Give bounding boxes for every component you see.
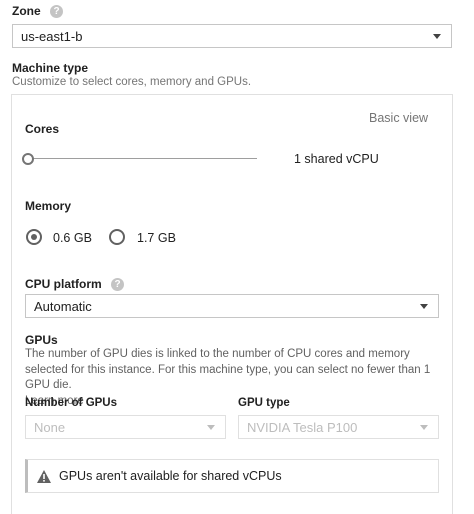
chevron-down-icon: [433, 34, 441, 39]
chevron-down-icon: [420, 425, 428, 430]
cpu-platform-label: CPU platform ?: [25, 277, 125, 292]
cpu-platform-select-value: Automatic: [34, 298, 92, 314]
gpus-title: GPUs: [25, 333, 58, 347]
chevron-down-icon: [420, 304, 428, 309]
memory-option-0-6-radio[interactable]: [26, 229, 42, 245]
zone-label-text: Zone: [12, 4, 41, 18]
gpu-type-label: GPU type: [238, 397, 290, 409]
cores-slider-thumb[interactable]: [22, 153, 34, 165]
cpu-platform-select[interactable]: Automatic: [25, 294, 439, 318]
warning-icon: [37, 469, 51, 483]
gpu-type-value: NVIDIA Tesla P100: [247, 419, 358, 435]
basic-view-link[interactable]: Basic view: [369, 111, 428, 125]
machine-type-title: Machine type: [12, 61, 89, 75]
cpu-platform-label-text: CPU platform: [25, 277, 102, 291]
cores-value: 1 shared vCPU: [294, 152, 379, 166]
cores-slider-track[interactable]: [28, 158, 257, 159]
help-icon[interactable]: ?: [50, 5, 64, 19]
help-icon[interactable]: ?: [111, 278, 125, 292]
chevron-down-icon: [207, 425, 215, 430]
zone-select-value: us-east1-b: [21, 28, 83, 44]
gpu-warning-text: GPUs aren't available for shared vCPUs: [59, 469, 282, 483]
number-of-gpus-value: None: [34, 419, 66, 435]
zone-label: Zone ?: [12, 4, 64, 19]
memory-label: Memory: [25, 199, 72, 213]
number-of-gpus-select[interactable]: None: [25, 415, 226, 439]
machine-type-subtitle: Customize to select cores, memory and GP…: [12, 76, 252, 88]
memory-option-1-7-radio[interactable]: [109, 229, 125, 245]
cores-label: Cores: [25, 122, 60, 136]
number-of-gpus-label: Number of GPUs: [25, 397, 118, 409]
zone-select[interactable]: us-east1-b: [12, 24, 452, 48]
memory-option-label: 1.7 GB: [137, 231, 176, 245]
memory-option-label: 0.6 GB: [53, 231, 92, 245]
gpus-description-text: The number of GPU dies is linked to the …: [25, 348, 431, 391]
gpu-warning-banner: GPUs aren't available for shared vCPUs: [25, 459, 439, 493]
gpu-type-select[interactable]: NVIDIA Tesla P100: [238, 415, 439, 439]
